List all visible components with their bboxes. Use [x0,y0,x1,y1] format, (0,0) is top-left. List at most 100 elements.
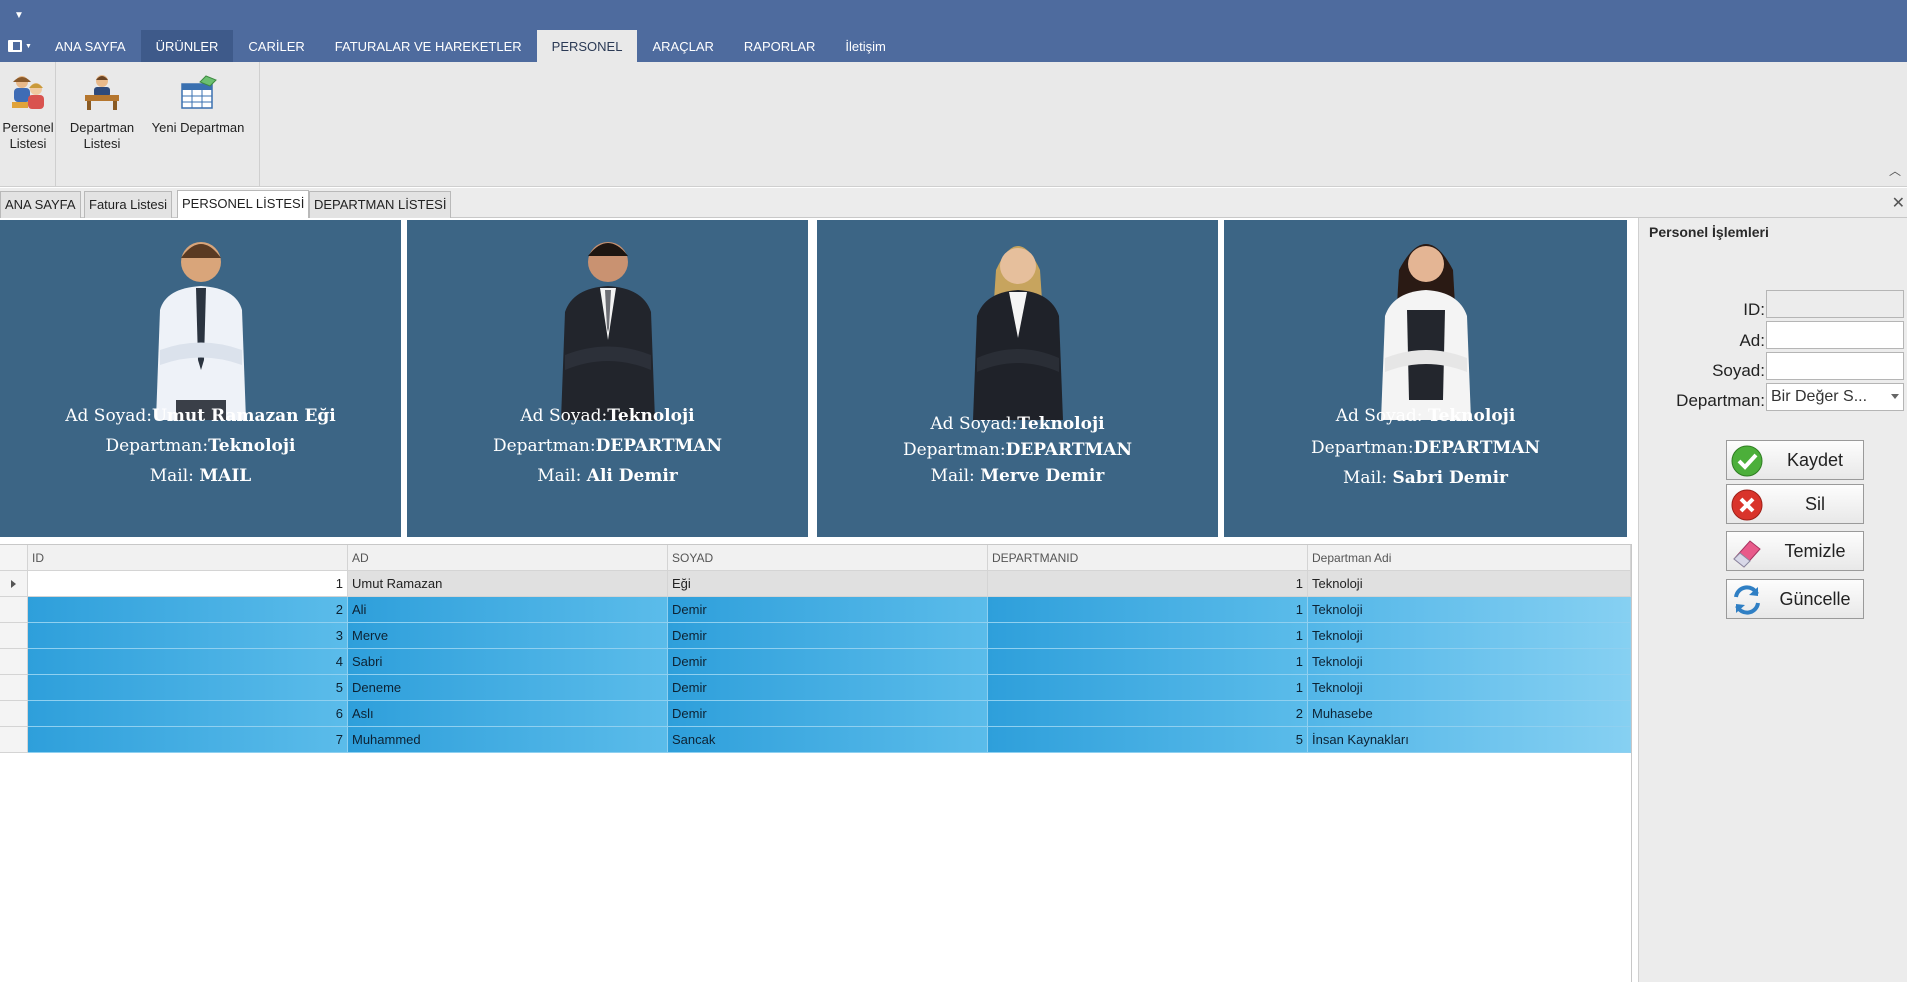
table-row[interactable]: 1 Umut Ramazan Eği 1 Teknoloji [0,571,1631,597]
cell-departmanid[interactable]: 5 [988,727,1308,753]
cell-soyad[interactable]: Demir [668,649,988,675]
ad-soyad-value: Teknoloji [1017,414,1105,434]
ribbon-tab-raporlar[interactable]: RAPORLAR [729,30,831,62]
column-header-departmanid[interactable]: DEPARTMANID [988,545,1308,571]
cell-soyad[interactable]: Sancak [668,727,988,753]
ribbon-body: Personel Listesi Departman Listesi Yeni … [0,62,1907,187]
row-indicator[interactable] [0,597,28,623]
cell-ad[interactable]: Merve [348,623,668,649]
ribbon-tab-araclar[interactable]: ARAÇLAR [637,30,728,62]
cell-ad[interactable]: Aslı [348,701,668,727]
personel-card-3[interactable]: Ad Soyad:Teknoloji Departman:DEPARTMAN M… [817,220,1218,537]
quick-access-toolbar-dropdown-icon[interactable]: ▼ [14,10,24,21]
table-row[interactable]: 7 Muhammed Sancak 5 İnsan Kaynakları [0,727,1631,753]
cell-departman-adi[interactable]: Teknoloji [1308,649,1631,675]
mail-value: Merve Demir [980,466,1105,486]
collapse-ribbon-icon[interactable]: ︿ [1889,162,1901,179]
doc-tab-ana-sayfa[interactable]: ANA SAYFA [0,191,81,218]
ribbon-tab-ana-sayfa[interactable]: ANA SAYFA [40,30,141,62]
id-field[interactable] [1766,290,1904,318]
cell-id[interactable]: 1 [28,571,348,597]
cell-ad[interactable]: Ali [348,597,668,623]
table-add-icon [181,75,217,109]
doc-tab-departman-listesi[interactable]: DEPARTMAN LİSTESİ [309,191,452,218]
row-indicator[interactable] [0,571,28,597]
row-indicator-header [0,545,28,571]
row-indicator[interactable] [0,701,28,727]
departman-select[interactable]: Bir Değer S... [1766,383,1904,411]
cell-ad[interactable]: Deneme [348,675,668,701]
cell-departmanid[interactable]: 1 [988,623,1308,649]
checkmark-icon [1731,445,1763,477]
departman-listesi-button[interactable]: Departman Listesi [70,72,134,152]
table-row[interactable]: 3 Merve Demir 1 Teknoloji [0,623,1631,649]
ribbon-tab-iletisim[interactable]: İletişim [830,30,900,62]
cell-id[interactable]: 5 [28,675,348,701]
cell-id[interactable]: 2 [28,597,348,623]
cell-id[interactable]: 6 [28,701,348,727]
application-menu-button[interactable]: ▼ [0,30,40,62]
personel-card-4[interactable]: Ad Soyad: Teknoloji Departman:DEPARTMAN … [1224,220,1627,537]
ribbon-header: ▼ ▼ ANA SAYFA ÜRÜNLER CARİLER FATURALAR … [0,0,1907,62]
cell-id[interactable]: 3 [28,623,348,649]
table-row[interactable]: 6 Aslı Demir 2 Muhasebe [0,701,1631,727]
table-row[interactable]: 5 Deneme Demir 1 Teknoloji [0,675,1631,701]
cell-ad[interactable]: Sabri [348,649,668,675]
close-icon[interactable]: ✕ [1892,193,1905,213]
column-header-id[interactable]: ID [28,545,348,571]
doc-tab-fatura-listesi[interactable]: Fatura Listesi [84,191,173,218]
personel-grid[interactable]: ID AD SOYAD DEPARTMANID Departman Adi 1U… [0,544,1632,982]
soyad-field[interactable] [1766,352,1904,380]
row-indicator[interactable] [0,623,28,649]
row-indicator[interactable] [0,727,28,753]
cell-soyad[interactable]: Demir [668,701,988,727]
cell-departmanid[interactable]: 1 [988,649,1308,675]
departman-label: Departman: [105,436,209,456]
cell-departman-adi[interactable]: Muhasebe [1308,701,1631,727]
ribbon-tab-cariler[interactable]: CARİLER [233,30,319,62]
ribbon-tab-faturalar[interactable]: FATURALAR VE HAREKETLER [320,30,537,62]
row-indicator[interactable] [0,649,28,675]
cell-departmanid[interactable]: 1 [988,675,1308,701]
cell-departman-adi[interactable]: Teknoloji [1308,597,1631,623]
sil-button[interactable]: Sil [1726,484,1864,524]
cell-id[interactable]: 7 [28,727,348,753]
cell-departman-adi[interactable]: Teknoloji [1308,571,1631,597]
temizle-button[interactable]: Temizle [1726,531,1864,571]
cell-departman-adi[interactable]: İnsan Kaynakları [1308,727,1631,753]
cell-soyad[interactable]: Demir [668,623,988,649]
kaydet-button[interactable]: Kaydet [1726,440,1864,480]
personel-card-2[interactable]: Ad Soyad:Teknoloji Departman:DEPARTMAN M… [407,220,808,537]
card-mail-line: Mail: Ali Demir [407,466,808,486]
cell-ad[interactable]: Umut Ramazan [348,571,668,597]
departman-value: Teknoloji [208,436,296,456]
cell-departmanid[interactable]: 1 [988,597,1308,623]
cell-id[interactable]: 4 [28,649,348,675]
departman-value: DEPARTMAN [595,436,723,456]
table-row[interactable]: 4 Sabri Demir 1 Teknoloji [0,649,1631,675]
doc-tab-personel-listesi[interactable]: PERSONEL LİSTESİ [177,190,310,218]
column-header-departman-adi[interactable]: Departman Adi [1308,545,1631,571]
column-header-soyad[interactable]: SOYAD [668,545,988,571]
departman-label: Departman: [1676,391,1765,410]
cell-departman-adi[interactable]: Teknoloji [1308,623,1631,649]
cell-departmanid[interactable]: 1 [988,571,1308,597]
cell-departmanid[interactable]: 2 [988,701,1308,727]
ribbon-tab-urunler[interactable]: ÜRÜNLER [140,30,234,62]
column-header-ad[interactable]: AD [348,545,668,571]
row-indicator[interactable] [0,675,28,701]
cell-soyad[interactable]: Demir [668,597,988,623]
ad-field[interactable] [1766,321,1904,349]
yeni-departman-button[interactable]: Yeni Departman [148,72,248,136]
guncelle-button[interactable]: Güncelle [1726,579,1864,619]
soyad-label: Soyad: [1712,361,1765,380]
personel-card-1[interactable]: Ad Soyad:Umut Ramazan Eği Departman:Tekn… [0,220,401,537]
personel-listesi-button[interactable]: Personel Listesi [2,72,54,152]
cell-departman-adi[interactable]: Teknoloji [1308,675,1631,701]
cell-soyad[interactable]: Demir [668,675,988,701]
departman-select-value: Bir Değer S... [1771,388,1868,405]
ribbon-tab-personel[interactable]: PERSONEL [536,30,638,62]
cell-soyad[interactable]: Eği [668,571,988,597]
cell-ad[interactable]: Muhammed [348,727,668,753]
table-row[interactable]: 2 Ali Demir 1 Teknoloji [0,597,1631,623]
